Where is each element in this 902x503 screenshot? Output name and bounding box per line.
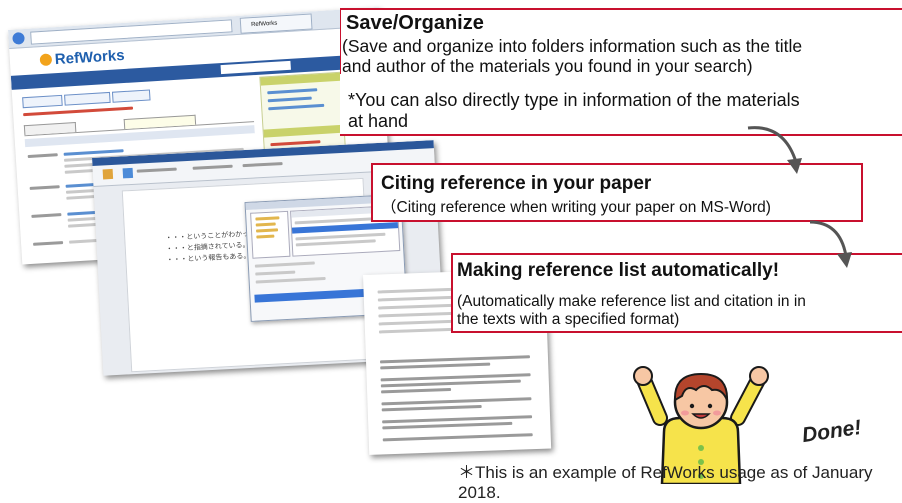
footnote: ＊This is an example of RefWorks usage as… bbox=[458, 463, 873, 502]
dialog-folder-tree bbox=[250, 210, 291, 259]
reference-entry bbox=[379, 355, 531, 364]
callout-save-organize: Save/Organize (Save and organize into fo… bbox=[340, 8, 902, 136]
browser-tab-label: RefWorks bbox=[250, 20, 278, 29]
browser-toolbar: RefWorks bbox=[8, 7, 381, 49]
address-bar bbox=[30, 19, 233, 45]
save-organize-note: *You can also directly type in informati… bbox=[348, 90, 800, 131]
toolbar-button bbox=[22, 94, 63, 109]
citing-description: （Citing reference when writing your pape… bbox=[381, 199, 771, 216]
reference-list-title: Making reference list automatically! bbox=[457, 260, 780, 281]
toolbar-button bbox=[64, 91, 111, 106]
save-organize-description: (Save and organize into folders informat… bbox=[342, 36, 803, 77]
reference-entry bbox=[381, 397, 532, 406]
browser-tab: RefWorks bbox=[239, 13, 313, 34]
toolbar-button bbox=[111, 89, 151, 103]
browser-back-icon bbox=[12, 32, 25, 45]
arrow-icon bbox=[747, 126, 802, 174]
refworks-logo-icon bbox=[39, 53, 53, 67]
ribbon-icon bbox=[102, 168, 114, 180]
save-organize-title: Save/Organize bbox=[346, 12, 484, 34]
reference-list-description: (Automatically make reference list and c… bbox=[457, 293, 806, 328]
refworks-logo: RefWorks bbox=[39, 47, 125, 69]
folder-heading-line bbox=[23, 106, 134, 117]
arrow-icon bbox=[809, 220, 852, 268]
done-exclamation: Done! bbox=[800, 415, 863, 448]
refworks-logo-text: RefWorks bbox=[54, 46, 126, 69]
ribbon-icon bbox=[122, 167, 134, 179]
reference-entry bbox=[382, 433, 533, 442]
citing-title: Citing reference in your paper bbox=[381, 173, 652, 194]
